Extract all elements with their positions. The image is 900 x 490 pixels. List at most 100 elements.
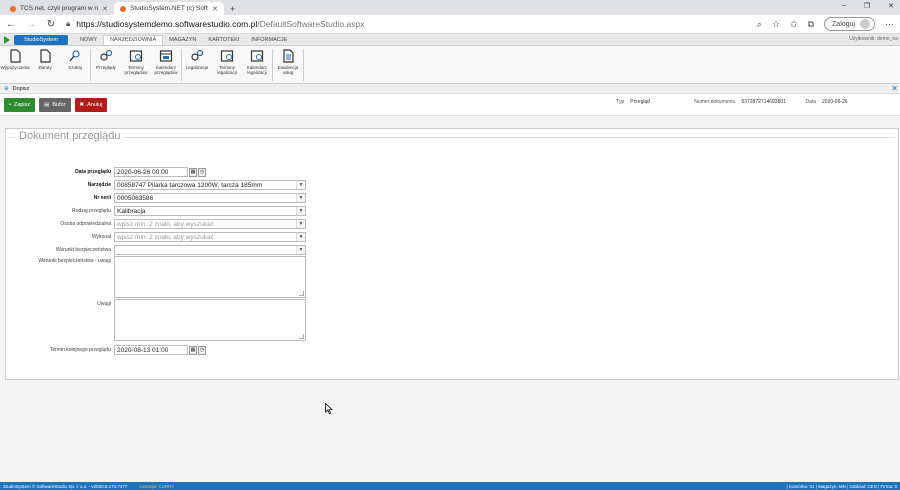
close-window-button[interactable]: ✕ [888, 2, 894, 10]
ribbon-terminy-przegladow-button[interactable]: Terminy przeglądów [121, 49, 151, 81]
cancel-label: Anuluj [87, 101, 103, 108]
url-path: /DefaultSoftwareStudio.aspx [257, 19, 365, 29]
uwagi-textarea[interactable] [114, 299, 306, 341]
cancel-icon: ✖ [79, 101, 85, 108]
narzedzie-select[interactable]: 00858747 Pilarka tarczowa 1200W, tarcza … [114, 180, 306, 190]
data-przegladu-input[interactable]: 2020-06-26 00:00 [114, 167, 188, 177]
clock-picker-icon[interactable]: ◷ [198, 345, 206, 355]
ribbon-zwroty-button[interactable]: Zwroty [30, 49, 60, 81]
window-controls: – ❐ ✕ [842, 2, 894, 10]
save-icon: ▪ [9, 101, 11, 108]
termin-label: Termin kolejnego przeglądu [49, 347, 111, 353]
status-version: StudioSystem © SoftwareStudio Sp. z o.o.… [3, 483, 128, 489]
tab-close-icon[interactable]: ✕ [102, 5, 108, 13]
chevron-down-icon[interactable]: ▼ [296, 220, 305, 228]
app-menubar: StudioSystem NOWY NARZĘDZIOWNIA MAGAZYN … [0, 34, 900, 46]
more-menu-icon[interactable]: ··· [885, 19, 894, 29]
row-uwagi: Uwagi [6, 299, 306, 341]
narzedzie-label: Narzędzie [87, 182, 111, 188]
menu-narzedziownia[interactable]: NARZĘDZIOWNIA [103, 34, 164, 45]
ribbon-wypozyczenia-button[interactable]: Wypożyczenia [0, 49, 30, 81]
gears-icon [191, 49, 204, 61]
chevron-down-icon[interactable]: ▼ [296, 194, 305, 202]
menu-magazyn[interactable]: MAGAZYN [163, 35, 202, 45]
ribbon-legalizacje-button[interactable]: Legalizacje [182, 49, 212, 81]
doc-type-label: Typ [616, 99, 625, 105]
login-button[interactable]: Zaloguj [824, 17, 875, 31]
doc-number-label: Numer dokumentu [694, 99, 736, 105]
menu-nowy[interactable]: NOWY [74, 35, 103, 45]
play-icon[interactable] [4, 35, 10, 44]
doc-number-value: 6372872714693801 [741, 99, 786, 105]
zoom-icon[interactable]: ⌕ [757, 19, 762, 30]
status-bar: StudioSystem © SoftwareStudio Sp. z o.o.… [0, 482, 900, 490]
minimize-button[interactable]: – [842, 2, 846, 10]
browser-tab-active[interactable]: StudioSystem.NET (c) SoftwareSt... ✕ [114, 2, 224, 15]
ribbon-terminy-legalizacji-button[interactable]: Terminy legalizacji [212, 49, 242, 81]
action-bar: ▪ Zapisz ▤ Bufor ✖ Anuluj Typ Przegląd N… [0, 94, 900, 116]
warunki-uwagi-textarea[interactable] [114, 256, 306, 298]
back-icon[interactable]: ← [6, 19, 16, 30]
termin-input[interactable]: 2020-08-13 01:00 [114, 345, 188, 355]
warunki-uwagi-label: Warunki bezpieczeństwa - uwagi [38, 258, 111, 264]
ribbon-label: Zwroty [38, 65, 52, 70]
menu-kartoteki[interactable]: KARTOTEKI [202, 35, 245, 45]
ribbon-group: Legalizacje Terminy legalizacji Kalendar… [182, 49, 273, 81]
tab-close-icon[interactable]: ✕ [212, 5, 218, 13]
osoba-input[interactable]: wpisz min. 2 znaki, aby wyszukać ▼ [114, 219, 306, 229]
ribbon-szukaj-button[interactable]: Szukaj [60, 49, 90, 81]
favorite-star-icon[interactable]: ☆ [772, 19, 780, 30]
calendar-icon [250, 50, 264, 62]
avatar-icon [860, 19, 870, 29]
chevron-down-icon[interactable]: ▼ [296, 246, 305, 254]
rodzaj-label: Rodzaj przeglądu [72, 208, 111, 214]
ribbon-label: Wypożyczenia [0, 65, 30, 70]
close-icon[interactable]: ✕ [891, 84, 898, 93]
row-osoba: Osoba odpowiedzialna wpisz min. 2 znaki,… [6, 219, 306, 229]
clock-picker-icon[interactable]: ◷ [198, 167, 206, 177]
cancel-button[interactable]: ✖ Anuluj [74, 97, 108, 112]
refresh-icon[interactable]: ↻ [46, 19, 56, 30]
site-favicon-icon [10, 5, 16, 12]
ribbon-kalendarz-przegladow-button[interactable]: Kalendarz przeglądów [151, 49, 181, 81]
ribbon-ewidencja-uslug-button[interactable]: Ewidencja usług [273, 49, 303, 81]
document-icon [10, 49, 21, 63]
draft-label: Bufor [52, 101, 66, 108]
osoba-placeholder: wpisz min. 2 znaki, aby wyszukać [117, 220, 214, 228]
new-tab-button[interactable]: + [224, 2, 241, 15]
favorites-list-icon[interactable]: ✩ [790, 19, 798, 30]
menu-informacje[interactable]: INFORMACJE [245, 35, 293, 45]
save-button[interactable]: ▪ Zapisz [4, 97, 36, 112]
browser-tab[interactable]: TCS.net, czyli program w narzę... ✕ [4, 2, 114, 15]
lock-icon: 🔒︎ [66, 19, 71, 28]
collections-icon[interactable]: ⧉ [808, 19, 814, 30]
ribbon-group: Wypożyczenia Zwroty Szukaj [0, 49, 91, 81]
chevron-down-icon[interactable]: ▼ [296, 207, 305, 215]
rodzaj-select[interactable]: Kalibracja ▼ [114, 206, 306, 216]
doc-date-value: 2020-06-26 [822, 99, 848, 105]
forward-icon[interactable]: → [26, 19, 36, 30]
row-data-przegladu: Data przeglądu 2020-06-26 00:00 ▦ ◷ [6, 167, 206, 177]
warunki-select[interactable]: ▼ [114, 245, 306, 255]
status-license: Licencja: CURR? [139, 483, 174, 489]
nr-serii-select[interactable]: 0005063586 ▼ [114, 193, 306, 203]
ribbon-group: Przeglądy Terminy przeglądów Kalendarz p… [91, 49, 182, 81]
chevron-down-icon[interactable]: ▼ [296, 233, 305, 241]
draft-icon: ▤ [44, 101, 50, 108]
ribbon-kalendarz-legalizacji-button[interactable]: Kalendarz legalizacji [242, 49, 272, 81]
doc-type-value: Przegląd [630, 99, 651, 105]
draft-button[interactable]: ▤ Bufor [39, 97, 71, 112]
calendar-picker-icon[interactable]: ▦ [189, 167, 197, 177]
calendar-picker-icon[interactable]: ▦ [189, 345, 197, 355]
ribbon-label: Przeglądy [95, 65, 116, 70]
brand-button[interactable]: StudioSystem [14, 34, 68, 45]
wykonal-input[interactable]: wpisz min. 2 znaki, aby wyszukać ▼ [114, 232, 306, 242]
chevron-down-icon[interactable]: ▼ [296, 181, 305, 189]
restore-button[interactable]: ❐ [864, 2, 870, 10]
ribbon-label: Legalizacje [185, 65, 209, 70]
address-bar: ← → ↻ 🔒︎ https://studiosystemdemo.softwa… [0, 15, 900, 34]
tab-title: TCS.net, czyli program w narzę... [20, 5, 99, 12]
ribbon-przeglady-button[interactable]: Przeglądy [91, 49, 121, 81]
user-label: Użytkownik: demo_na [849, 36, 898, 42]
url-field[interactable]: 🔒︎ https://studiosystemdemo.softwarestud… [66, 19, 747, 29]
